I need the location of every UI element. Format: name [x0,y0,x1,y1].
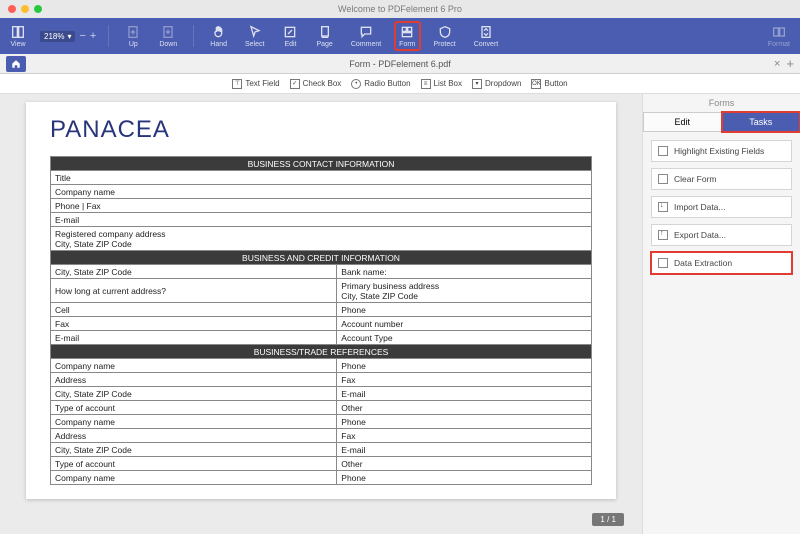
tasks-list: Highlight Existing Fields Clear Form Imp… [643,132,800,282]
task-export-data[interactable]: Export Data... [651,224,792,246]
task-data-extraction[interactable]: Data Extraction [651,252,792,274]
main-area: PANACEA BUSINESS CONTACT INFORMATION Tit… [0,94,800,534]
list-box-tool[interactable]: ≡List Box [421,79,462,89]
text-field-icon: ⊤ [232,79,242,89]
zoom-in-button[interactable]: + [90,30,96,42]
button-icon: OK [531,79,541,89]
clear-icon [658,174,668,184]
format-button[interactable]: Format [764,22,794,50]
task-import-data[interactable]: Import Data... [651,196,792,218]
maximize-window-button[interactable] [34,5,42,13]
traffic-lights [8,5,42,13]
zoom-group: 218% ▾ − + [40,30,96,42]
document-tabbar: Form - PDFelement 6.pdf × + [0,54,800,74]
main-toolbar: View 218% ▾ − + Up Down Hand Select Edit… [0,18,800,54]
hand-button[interactable]: Hand [206,22,231,50]
close-tab-button[interactable]: × [774,58,780,70]
side-panel-header: Forms [643,94,800,112]
button-tool[interactable]: OKButton [531,79,567,89]
pdf-page: PANACEA BUSINESS CONTACT INFORMATION Tit… [26,102,616,499]
side-tab-tasks[interactable]: Tasks [722,112,800,132]
up-button[interactable]: Up [121,22,145,50]
chevron-down-icon: ▾ [67,32,71,41]
home-button[interactable] [6,56,26,72]
document-tab-title[interactable]: Form - PDFelement 6.pdf [26,59,774,69]
select-button[interactable]: Select [241,22,268,50]
new-tab-button[interactable]: + [786,56,794,71]
form-button[interactable]: Form [395,22,419,50]
list-box-icon: ≡ [421,79,431,89]
check-box-icon: ✓ [290,79,300,89]
zoom-level-select[interactable]: 218% ▾ [40,31,75,42]
dropdown-icon: ▾ [472,79,482,89]
highlight-icon [658,146,668,156]
form-table: BUSINESS CONTACT INFORMATION Title Compa… [50,156,592,485]
side-tab-edit[interactable]: Edit [643,112,722,132]
extract-icon [658,258,668,268]
radio-button-icon: • [351,79,361,89]
view-button[interactable]: View [6,22,30,50]
down-button[interactable]: Down [155,22,181,50]
dropdown-tool[interactable]: ▾Dropdown [472,79,521,89]
import-icon [658,202,668,212]
convert-button[interactable]: Convert [470,22,503,50]
page-button[interactable]: Page [312,22,336,50]
document-heading: PANACEA [50,116,592,144]
edit-button[interactable]: Edit [278,22,302,50]
export-icon [658,230,668,240]
radio-button-tool[interactable]: •Radio Button [351,79,410,89]
zoom-out-button[interactable]: − [79,30,85,42]
side-panel: Forms Edit Tasks Highlight Existing Fiel… [642,94,800,534]
check-box-tool[interactable]: ✓Check Box [290,79,342,89]
document-viewport[interactable]: PANACEA BUSINESS CONTACT INFORMATION Tit… [0,94,642,534]
task-highlight-fields[interactable]: Highlight Existing Fields [651,140,792,162]
form-field-toolbar: ⊤Text Field ✓Check Box •Radio Button ≡Li… [0,74,800,94]
task-clear-form[interactable]: Clear Form [651,168,792,190]
page-indicator: 1 / 1 [592,513,624,526]
protect-button[interactable]: Protect [430,22,460,50]
comment-button[interactable]: Comment [347,22,385,50]
window-titlebar: Welcome to PDFelement 6 Pro [0,0,800,18]
side-panel-tabs: Edit Tasks [643,112,800,132]
text-field-tool[interactable]: ⊤Text Field [232,79,279,89]
minimize-window-button[interactable] [21,5,29,13]
close-window-button[interactable] [8,5,16,13]
window-title: Welcome to PDFelement 6 Pro [0,4,800,14]
